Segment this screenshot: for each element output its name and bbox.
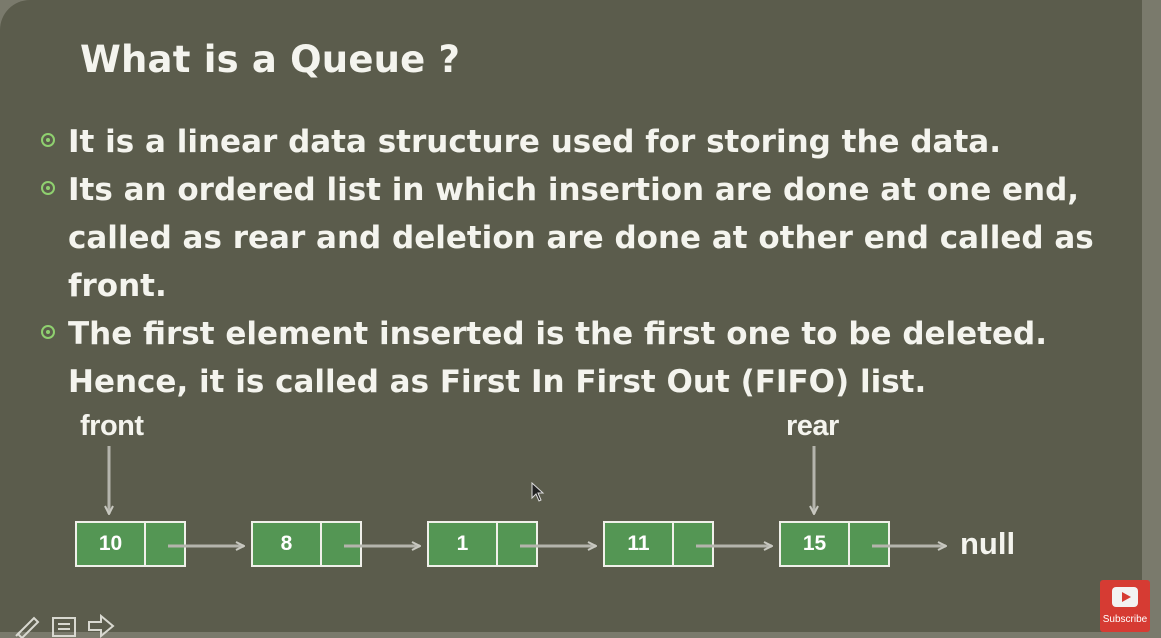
youtube-subscribe-button[interactable]: Subscribe: [1100, 580, 1150, 632]
pen-icon[interactable]: [14, 614, 42, 638]
bullet-item: The first element inserted is the first …: [38, 310, 1108, 406]
slide: What is a Queue ? It is a linear data st…: [0, 0, 1142, 632]
next-arrow-icon[interactable]: [86, 614, 116, 638]
subscribe-label: Subscribe: [1102, 614, 1148, 625]
null-label: null: [960, 526, 1016, 561]
mouse-cursor-icon: [531, 482, 545, 502]
slide-title: What is a Queue ?: [80, 38, 461, 81]
node-value: 11: [605, 523, 674, 565]
bullet-icon: [41, 133, 55, 147]
node-pointer-cell: [850, 523, 888, 565]
bullet-icon: [41, 325, 55, 339]
rear-label: rear: [786, 410, 839, 442]
bullet-line: Hence, it is called as First In First Ou…: [68, 364, 927, 400]
slideshow-toolbar: [0, 612, 140, 638]
node-value: 8: [253, 523, 322, 565]
node-value: 10: [77, 523, 146, 565]
bullet-line: front.: [68, 268, 167, 304]
bullet-item: Its an ordered list in which insertion a…: [38, 166, 1108, 310]
queue-node: 1: [427, 521, 538, 567]
node-pointer-cell: [498, 523, 536, 565]
queue-node: 11: [603, 521, 714, 567]
youtube-play-icon: [1112, 587, 1138, 607]
queue-node: 10: [75, 521, 186, 567]
bullet-item: It is a linear data structure used for s…: [38, 118, 1108, 166]
node-pointer-cell: [674, 523, 712, 565]
queue-node: 8: [251, 521, 362, 567]
front-label: front: [80, 410, 144, 442]
bullet-line: Its an ordered list in which insertion a…: [68, 172, 1080, 208]
node-value: 1: [429, 523, 498, 565]
queue-node: 15: [779, 521, 890, 567]
node-value: 15: [781, 523, 850, 565]
node-pointer-cell: [146, 523, 184, 565]
bullet-icon: [41, 181, 55, 195]
bullet-line: called as rear and deletion are done at …: [68, 220, 1094, 256]
bullet-line: It is a linear data structure used for s…: [68, 124, 1001, 160]
bullet-line: The first element inserted is the first …: [68, 316, 1048, 352]
notes-icon[interactable]: [50, 614, 78, 638]
bullet-list: It is a linear data structure used for s…: [38, 118, 1108, 406]
node-pointer-cell: [322, 523, 360, 565]
